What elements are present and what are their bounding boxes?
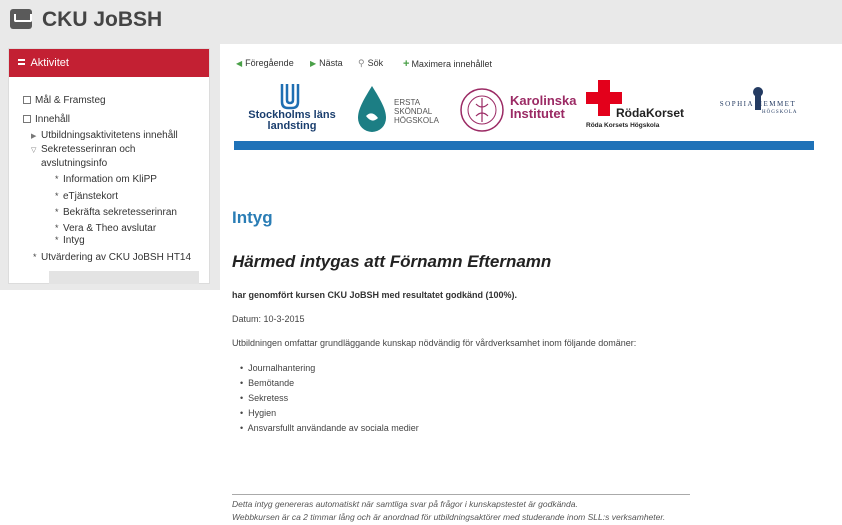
folder-icon: [23, 115, 31, 123]
partner-logos: Stockholms läns landsting ERSTA SKÖNDAL …: [234, 80, 814, 150]
karolinska-seal-icon: [460, 88, 504, 132]
tree-item-label: Innehåll: [35, 114, 71, 125]
app-icon: [10, 9, 32, 29]
tree-item-label: Vera & Theo avslutar: [63, 223, 157, 234]
tree-item-vera-theo[interactable]: * Vera & Theo avslutar: [55, 223, 156, 234]
roda-korset-text-2: Röda Korsets Högskola: [586, 122, 660, 129]
tree-item-label: Utvärdering av CKU JoBSH HT14: [41, 252, 192, 263]
roda-korset-text-1: RödaKorset: [615, 106, 684, 120]
tree-item-sekretesserinran-line2: avslutningsinfo: [41, 158, 107, 169]
tree-item-mal-framsteg[interactable]: Mål & Framsteg: [23, 95, 106, 106]
ersta-text-2: SKÖNDAL: [394, 107, 433, 116]
bullet-icon: *: [55, 191, 59, 201]
bullet-icon: *: [55, 207, 59, 217]
ersta-logo: ERSTA SKÖNDAL HÖGSKOLA: [356, 84, 456, 140]
page-icon: [23, 96, 31, 104]
arrow-right-icon: ▶: [310, 59, 317, 68]
page-title: Intyg: [232, 208, 273, 227]
search-button[interactable]: ⚲ Sök: [358, 58, 383, 69]
sidebar: Aktivitet Mål & Framsteg Innehåll ▶ Utbil…: [8, 48, 210, 284]
bullet-icon: *: [55, 174, 59, 184]
tree-item-sekretesserinran[interactable]: ▽ Sekretesserinran och: [31, 144, 136, 155]
tree-item-information-klipp[interactable]: * Information om KliPP: [55, 174, 157, 185]
app-header: CKU JoBSH: [0, 0, 842, 44]
karolinska-text-2: Institutet: [510, 106, 565, 121]
tree-item-label: Information om KliPP: [63, 174, 157, 185]
tree-item-bekrafta[interactable]: * Bekräfta sekretesserinran: [55, 207, 177, 218]
domain-list-item: • Journalhantering: [240, 363, 316, 373]
tree-item-utbildningsaktivitet[interactable]: ▶ Utbildningsaktivitetens innehåll: [31, 130, 178, 141]
domain-label: Journalhantering: [248, 363, 316, 373]
footer-divider: [232, 494, 690, 495]
tree-item-utvardering[interactable]: * Utvärdering av CKU JoBSH HT14: [33, 252, 191, 263]
maximize-button[interactable]: + Maximera innehållet: [403, 58, 492, 70]
tree-item-label: Utbildningsaktivitetens innehåll: [41, 130, 178, 141]
intro-text: Utbildningen omfattar grundläggande kuns…: [232, 338, 637, 348]
collapse-arrow-icon[interactable]: ▽: [31, 146, 41, 154]
domain-label: Hygien: [248, 408, 277, 418]
sophiahemmet-text-2: HÖGSKOLA: [762, 110, 798, 115]
sidebar-header-label: Aktivitet: [30, 57, 69, 69]
sophiahemmet-logo: SOPHIA HEMMET HÖGSKOLA: [702, 86, 814, 136]
completion-text: har genomfört kursen CKU JoBSH med resul…: [232, 290, 518, 300]
tree-item-label: Intyg: [63, 235, 85, 246]
tree-item-label: Mål & Framsteg: [35, 95, 106, 106]
content-toolbar: ◀ Föregående ▶ Nästa ⚲ Sök + Maximera innehå…: [220, 48, 842, 76]
next-label: Nästa: [319, 58, 343, 68]
domain-label: Bemötande: [248, 378, 295, 388]
tree-item-label: avslutningsinfo: [41, 158, 108, 169]
karolinska-logo: Karolinska Institutet: [458, 84, 578, 140]
header-divider: [234, 141, 814, 150]
expand-arrow-icon[interactable]: ▶: [31, 132, 41, 140]
sophiahemmet-emblem-icon: [753, 87, 763, 110]
domain-list-item: • Bemötande: [240, 378, 295, 388]
tree-item-intyg[interactable]: * Intyg: [55, 235, 85, 246]
tree-item-label: Sekretesserinran och: [41, 144, 136, 155]
certificate-heading: Härmed intygas att Förnamn Efternamn: [232, 252, 552, 271]
bullet-icon: *: [55, 235, 59, 245]
domain-label: Sekretess: [248, 393, 289, 403]
roda-korset-logo: RödaKorset Röda Korsets Högskola: [586, 80, 686, 140]
footer-note-2: Webbkursen är ca 2 timmar lång och är an…: [232, 512, 666, 522]
footer-note-1: Detta intyg genereras automatiskt när sa…: [232, 499, 578, 509]
date-text: Datum: 10-3-2015: [232, 314, 305, 324]
domain-list-item: • Sekretess: [240, 393, 289, 403]
next-button[interactable]: ▶ Nästa: [310, 58, 343, 68]
tree-item-etjanstekort[interactable]: * eTjänstekort: [55, 191, 118, 202]
prev-label: Föregående: [245, 58, 294, 68]
tree-item-label: eTjänstekort: [63, 191, 119, 202]
menu-icon: [18, 59, 25, 66]
tree-item-label: Bekräfta sekretesserinran: [63, 207, 177, 218]
app-title: CKU JoBSH: [42, 8, 163, 31]
arrow-left-icon: ◀: [236, 59, 243, 68]
sophiahemmet-text-1: SOPHIA HEMMET: [719, 100, 797, 108]
plus-icon: +: [403, 58, 410, 70]
domain-list-item: • Ansvarsfullt användande av sociala med…: [240, 423, 419, 433]
maximize-label: Maximera innehållet: [411, 59, 492, 69]
domain-list-item: • Hygien: [240, 408, 277, 418]
sidebar-header-aktivitet[interactable]: Aktivitet: [9, 49, 209, 77]
search-icon: ⚲: [358, 58, 365, 68]
search-label: Sök: [367, 58, 384, 68]
prev-button[interactable]: ◀ Föregående: [236, 58, 294, 68]
domain-label: Ansvarsfullt användande av sociala medie…: [247, 423, 419, 433]
bullet-icon: *: [55, 223, 59, 233]
sll-text-2: landsting: [267, 120, 317, 132]
tree-item-innehall[interactable]: Innehåll: [23, 114, 70, 125]
sll-symbol-icon: [280, 84, 300, 110]
ersta-drop-icon: [358, 86, 386, 132]
ersta-text-1: ERSTA: [394, 98, 421, 107]
bullet-icon: *: [33, 252, 37, 262]
ersta-text-3: HÖGSKOLA: [394, 116, 439, 125]
active-item-highlight: [49, 271, 199, 284]
sll-logo: Stockholms läns landsting: [242, 82, 342, 140]
